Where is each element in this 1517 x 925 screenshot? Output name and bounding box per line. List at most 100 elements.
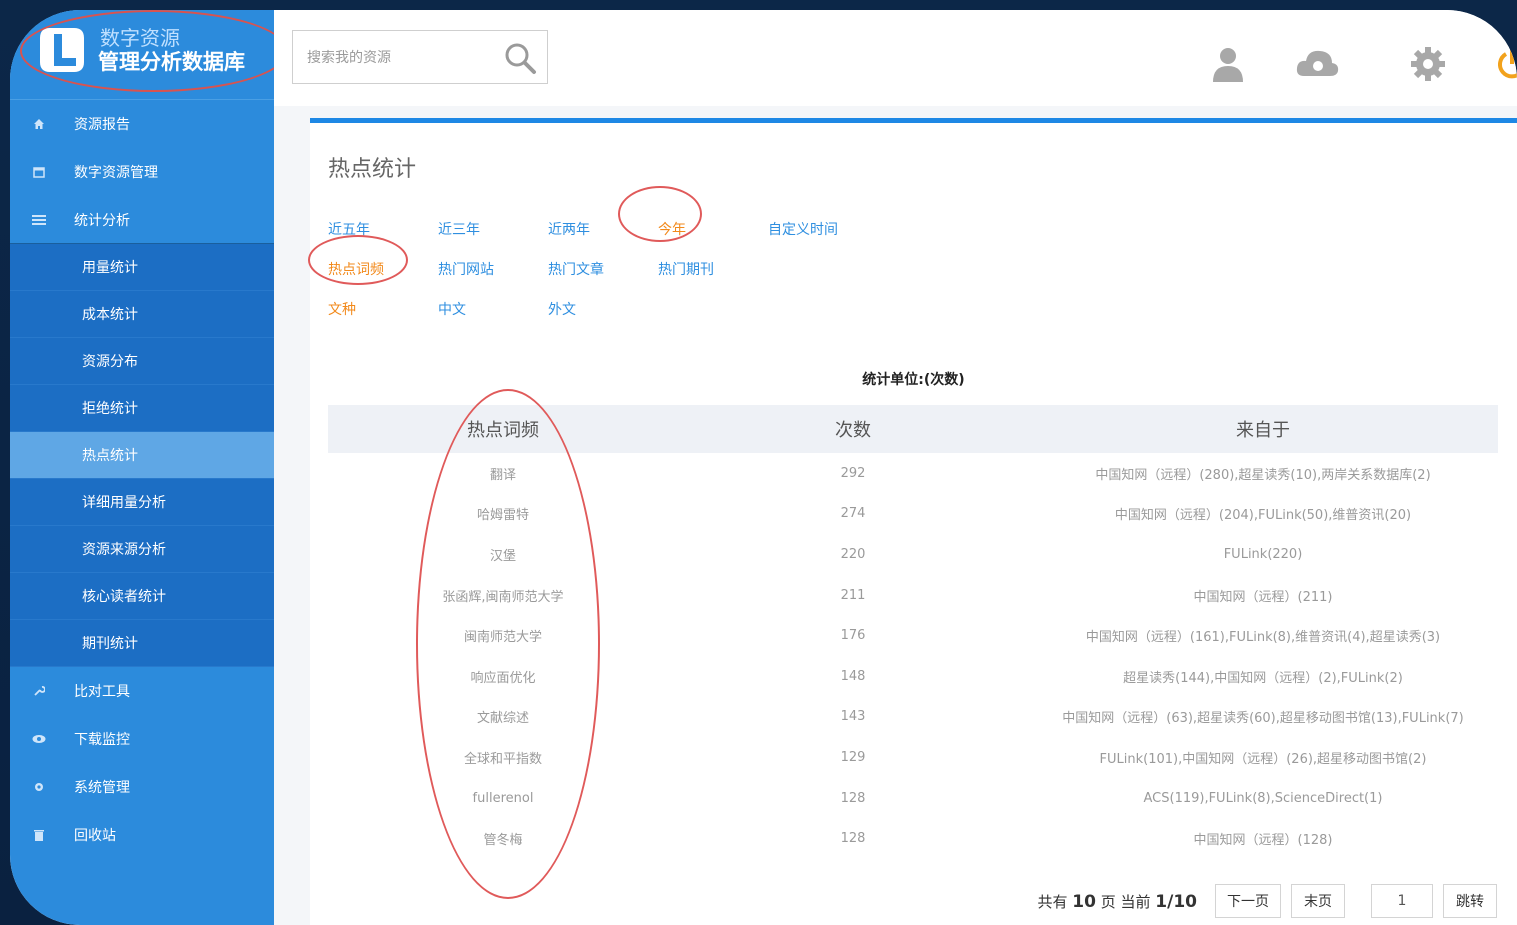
sidebar-item-compare-tool[interactable]: 比对工具 xyxy=(10,667,274,715)
table-header-row: 热点词频 次数 来自于 xyxy=(328,405,1498,453)
column-header-count: 次数 xyxy=(678,405,1028,453)
trash-icon xyxy=(30,828,48,842)
cell-count: 128 xyxy=(840,831,866,847)
jump-button[interactable]: 跳转 xyxy=(1443,884,1497,918)
cell-keyword: 响应面优化 xyxy=(470,670,536,686)
settings-icon[interactable] xyxy=(1410,46,1446,82)
cell-count: 274 xyxy=(840,506,866,522)
filter-hot-journals[interactable]: 热门期刊 xyxy=(658,259,714,279)
sidebar-sub-detail-usage[interactable]: 详细用量分析 xyxy=(10,479,274,526)
cell-count: 292 xyxy=(840,465,866,481)
cell-source: FULink(101),中国知网（远程）(26),超星移动图书馆(2) xyxy=(1099,751,1427,767)
page-number-input[interactable] xyxy=(1371,884,1433,918)
table-row: 哈姆雷特 274 中国知网（远程）(204),FULink(50),维普资讯(20) xyxy=(328,494,1498,535)
search-icon[interactable] xyxy=(503,41,537,75)
cell-source: 中国知网（远程）(211) xyxy=(1193,589,1333,605)
last-page-button[interactable]: 末页 xyxy=(1291,884,1345,918)
sidebar-submenu: 用量统计 成本统计 资源分布 拒绝统计 热点统计 详细用量分析 资源来源分析 核… xyxy=(10,244,274,667)
filter-last-two-years[interactable]: 近两年 xyxy=(548,219,590,239)
filter-hot-articles[interactable]: 热门文章 xyxy=(548,259,604,279)
filter-chinese[interactable]: 中文 xyxy=(438,299,466,319)
cell-source: 中国知网（远程）(161),FULink(8),维普资讯(4),超星读秀(3) xyxy=(1085,630,1441,646)
logo-title-line2: 管理分析数据库 xyxy=(98,50,245,74)
cell-keyword: 全球和平指数 xyxy=(463,751,542,767)
user-icon[interactable] xyxy=(1208,44,1248,84)
logo-icon xyxy=(40,28,84,72)
sidebar-nav-bottom: 比对工具 下载监控 系统管理 回收站 xyxy=(10,667,274,859)
gear-icon xyxy=(30,780,48,794)
sidebar-item-label: 资源报告 xyxy=(74,117,130,133)
sidebar-sub-rejection[interactable]: 拒绝统计 xyxy=(10,385,274,432)
hotspot-table: 热点词频 次数 来自于 翻译 292 中国知网（远程）(280),超星读秀(10),… xyxy=(328,405,1498,859)
filter-this-year[interactable]: 今年 xyxy=(658,219,686,239)
cell-source: 超星读秀(144),中国知网（远程）(2),FULink(2) xyxy=(1123,670,1403,686)
filter-language[interactable]: 文种 xyxy=(328,299,356,319)
cell-keyword: 闽南师范大学 xyxy=(463,630,542,646)
cell-source: 中国知网（远程）(204),FULink(50),维普资讯(20) xyxy=(1114,508,1412,524)
cell-source: ACS(119),FULink(8),ScienceDirect(1) xyxy=(1143,790,1383,806)
sidebar-nav: 资源报告 数字资源管理 统计分析 xyxy=(10,100,274,244)
cell-keyword: 汉堡 xyxy=(489,548,516,564)
pagination: 共有 10 页 当前 1/10 下一页 末页 跳转 xyxy=(1037,883,1497,919)
table-row: 文献综述 143 中国知网（远程）(63),超星读秀(60),超星移动图书馆(13)… xyxy=(328,697,1498,738)
search-input[interactable] xyxy=(307,45,487,71)
sidebar-item-download-monitor[interactable]: 下载监控 xyxy=(10,715,274,763)
table-row: 管冬梅 128 中国知网（远程）(128) xyxy=(328,818,1498,859)
sidebar-sub-cost[interactable]: 成本统计 xyxy=(10,291,274,338)
power-icon[interactable] xyxy=(1498,44,1517,84)
home-icon xyxy=(30,117,48,131)
sidebar-item-recycle-bin[interactable]: 回收站 xyxy=(10,811,274,859)
sidebar-item-label: 下载监控 xyxy=(74,732,130,748)
cell-keyword: fullerenol xyxy=(472,790,534,806)
app-window: 数字资源 管理分析数据库 资源报告 数字资源管理 统计分析 用量统计 成本统计 … xyxy=(10,10,1517,925)
sidebar-item-label: 回收站 xyxy=(74,828,116,844)
content-area: 热点统计 近五年 近三年 近两年 今年 自定义时间 热点词频 热门网站 热门文章… xyxy=(274,106,1517,925)
sidebar-item-statistics[interactable]: 统计分析 xyxy=(10,196,274,244)
list-icon xyxy=(30,213,48,227)
sidebar-sub-distribution[interactable]: 资源分布 xyxy=(10,338,274,385)
cell-keyword: 哈姆雷特 xyxy=(476,508,529,524)
cell-keyword: 管冬梅 xyxy=(483,833,523,849)
table-row: 翻译 292 中国知网（远程）(280),超星读秀(10),两岸关系数据库(2) xyxy=(328,453,1498,494)
sidebar-sub-source-analysis[interactable]: 资源来源分析 xyxy=(10,526,274,573)
cell-source: 中国知网（远程）(280),超星读秀(10),两岸关系数据库(2) xyxy=(1095,467,1431,483)
calendar-icon xyxy=(30,165,48,179)
sidebar-sub-usage[interactable]: 用量统计 xyxy=(10,244,274,291)
logo-area[interactable]: 数字资源 管理分析数据库 xyxy=(10,10,274,100)
cell-keyword: 文献综述 xyxy=(476,711,529,727)
wrench-icon xyxy=(30,684,48,698)
pagination-info: 共有 10 页 当前 1/10 xyxy=(1037,891,1197,912)
pagination-total: 10 xyxy=(1072,891,1096,912)
sidebar-sub-journals[interactable]: 期刊统计 xyxy=(10,620,274,667)
cell-count: 211 xyxy=(840,587,866,603)
cell-keyword: 张函辉,闽南师范大学 xyxy=(442,589,564,605)
filter-last-three-years[interactable]: 近三年 xyxy=(438,219,480,239)
cloud-icon[interactable] xyxy=(1294,44,1340,84)
next-page-button[interactable]: 下一页 xyxy=(1215,884,1281,918)
filter-hot-sites[interactable]: 热门网站 xyxy=(438,259,494,279)
sidebar-item-digital-resource[interactable]: 数字资源管理 xyxy=(10,148,274,196)
page-title: 热点统计 xyxy=(328,157,417,182)
table-row: 响应面优化 148 超星读秀(144),中国知网（远程）(2),FULink(2) xyxy=(328,656,1498,697)
sidebar-item-label: 比对工具 xyxy=(74,684,130,700)
cell-source: 中国知网（远程）(63),超星读秀(60),超星移动图书馆(13),FULink… xyxy=(1062,711,1464,727)
table-row: fullerenol 128 ACS(119),FULink(8),ScienceD… xyxy=(328,778,1498,819)
sidebar-sub-core-readers[interactable]: 核心读者统计 xyxy=(10,573,274,620)
column-header-source: 来自于 xyxy=(1028,405,1498,453)
filter-foreign[interactable]: 外文 xyxy=(548,299,576,319)
cell-count: 128 xyxy=(840,790,866,806)
sidebar-item-label: 数字资源管理 xyxy=(74,165,158,181)
sidebar-sub-hotspot[interactable]: 热点统计 xyxy=(10,432,274,479)
sidebar-item-resource-report[interactable]: 资源报告 xyxy=(10,100,274,148)
sidebar-item-system-manage[interactable]: 系统管理 xyxy=(10,763,274,811)
filter-custom-time[interactable]: 自定义时间 xyxy=(768,219,838,239)
cell-keyword: 翻译 xyxy=(489,467,516,483)
pagination-mid: 页 当前 xyxy=(1100,892,1151,911)
cell-count: 143 xyxy=(840,709,866,725)
cell-source: FULink(220) xyxy=(1223,546,1303,562)
filter-last-five-years[interactable]: 近五年 xyxy=(328,219,370,239)
search-box xyxy=(292,30,548,84)
hotspot-panel: 热点统计 近五年 近三年 近两年 今年 自定义时间 热点词频 热门网站 热门文章… xyxy=(308,118,1517,925)
eye-icon xyxy=(30,732,48,746)
filter-hot-words[interactable]: 热点词频 xyxy=(328,259,384,279)
